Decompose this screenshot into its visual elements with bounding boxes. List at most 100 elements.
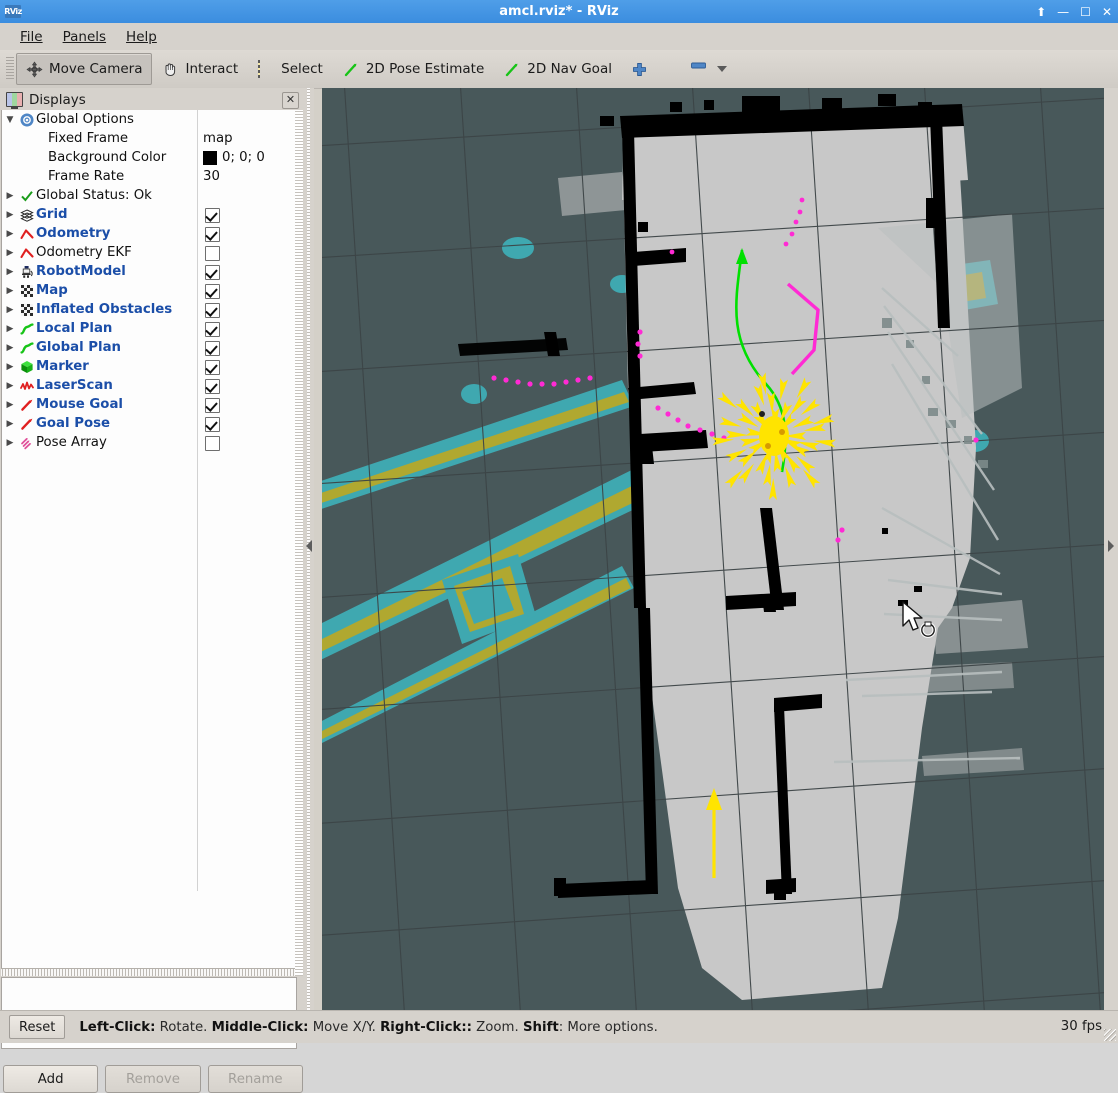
display-name-label: Global Status: Ok [36,188,152,203]
expander-closed-icon[interactable]: ▶ [2,324,18,334]
render-view-3d[interactable] [322,88,1104,1010]
displays-row-local-plan[interactable]: ▶ Local Plan [2,319,296,338]
displays-row-global-status-ok[interactable]: ▶ Global Status: Ok [2,186,296,205]
enable-checkbox[interactable] [205,360,220,375]
menu-file-label: File [20,28,43,45]
tool-2d-nav-goal[interactable]: 2D Nav Goal [494,53,622,85]
enable-checkbox[interactable] [205,379,220,394]
displays-row-odometry[interactable]: ▶ Odometry [2,224,296,243]
tool-select[interactable]: Select [248,53,333,85]
tool-move-camera[interactable]: Move Camera [16,53,153,85]
expander-open-icon[interactable]: ▼ [2,115,18,125]
enable-checkbox[interactable] [205,341,220,356]
expander-closed-icon[interactable]: ▶ [2,286,18,296]
add-button[interactable]: Add [3,1065,99,1093]
displays-row-fixed-frame[interactable]: Fixed Frame map [2,129,296,148]
display-name-label: Inflated Obstacles [36,302,173,317]
property-value[interactable]: map [203,129,233,148]
displays-row-background-color[interactable]: Background Color 0; 0; 0 [2,148,296,167]
left-splitter[interactable] [304,88,314,1010]
expander-closed-icon[interactable]: ▶ [2,248,18,258]
selection-box-icon [258,59,275,78]
expander-closed-icon[interactable]: ▶ [2,438,18,448]
enable-checkbox[interactable] [205,246,220,261]
enable-checkbox[interactable] [205,322,220,337]
display-name-label: RobotModel [36,264,126,279]
display-name-label: Mouse Goal [36,397,123,412]
hint-part: Rotate. [155,1019,212,1035]
chevron-down-icon[interactable] [716,66,727,72]
minimize-button[interactable]: — [1057,6,1069,18]
remove-button[interactable]: Remove [105,1065,201,1093]
displays-row-global-plan[interactable]: ▶ Global Plan [2,338,296,357]
reset-button[interactable]: Reset [9,1015,66,1039]
expander-closed-icon[interactable]: ▶ [2,191,18,201]
hint-part: : More options. [558,1019,658,1035]
menu-panels[interactable]: Panels [53,26,116,48]
displays-row-marker[interactable]: ▶ Marker [2,357,296,376]
collapse-left-arrow-icon[interactable] [306,540,312,552]
expander-closed-icon[interactable]: ▶ [2,343,18,353]
close-icon[interactable]: ✕ [282,92,299,109]
displays-tree[interactable]: ▼ Global Options Fixed Frame map Background … [1,110,297,969]
pose-arrow-icon [18,417,36,431]
property-value[interactable]: 0; 0; 0 [203,148,265,167]
displays-row-laserscan[interactable]: ▶ LaserScan [2,376,296,395]
add-tool-button[interactable] [622,53,657,85]
displays-dock: Displays ✕ ▼ Global Options Fixed Frame map… [0,88,304,1093]
menu-help-label: Help [126,28,157,45]
enable-checkbox[interactable] [205,303,220,318]
displays-row-grid[interactable]: ▶ Grid [2,205,296,224]
panel-resize-grip[interactable] [1,969,295,976]
enable-checkbox[interactable] [205,417,220,432]
right-splitter[interactable] [1104,88,1118,1010]
tool-2d-pose-estimate[interactable]: 2D Pose Estimate [333,53,494,85]
displays-tree-scrollbar[interactable] [295,110,303,976]
enable-checkbox[interactable] [205,265,220,280]
close-button[interactable]: ✕ [1102,6,1112,18]
maximize-button[interactable]: ☐ [1080,6,1091,18]
expander-closed-icon[interactable]: ▶ [2,267,18,277]
odometry-icon [18,227,36,241]
tool-2d-pose-estimate-label: 2D Pose Estimate [365,61,485,77]
enable-checkbox[interactable] [205,208,220,223]
expander-closed-icon[interactable]: ▶ [2,229,18,239]
hint-part: Zoom. [471,1019,523,1035]
displays-row-global-options[interactable]: ▼ Global Options [2,110,296,129]
property-value[interactable]: 30 [203,167,220,186]
expander-closed-icon[interactable]: ▶ [2,362,18,372]
enable-checkbox[interactable] [205,227,220,242]
enable-checkbox[interactable] [205,436,220,451]
displays-row-robotmodel[interactable]: ▶ RobotModel [2,262,296,281]
rename-button[interactable]: Rename [207,1065,303,1093]
enable-checkbox[interactable] [205,398,220,413]
remove-tool-button[interactable] [683,53,734,85]
window-size-grip[interactable] [1104,1029,1116,1041]
expander-closed-icon[interactable]: ▶ [2,210,18,220]
expander-closed-icon[interactable]: ▶ [2,381,18,391]
enable-checkbox[interactable] [205,284,220,299]
displays-row-goal-pose[interactable]: ▶ Goal Pose [2,414,296,433]
displays-row-map[interactable]: ▶ Map [2,281,296,300]
hint-part: Left-Click: [79,1019,156,1035]
displays-row-odometry-ekf[interactable]: ▶ Odometry EKF [2,243,296,262]
menu-help[interactable]: Help [116,26,167,48]
expander-closed-icon[interactable]: ▶ [2,305,18,315]
hand-icon [162,61,179,78]
expander-closed-icon[interactable]: ▶ [2,400,18,410]
gear-icon [18,113,36,127]
displays-row-inflated-obstacles[interactable]: ▶ Inflated Obstacles [2,300,296,319]
shade-button[interactable]: ⬆ [1036,6,1046,18]
display-name-label: Odometry [36,226,111,241]
color-swatch [203,150,217,165]
tool-interact[interactable]: Interact [152,53,248,85]
displays-row-pose-array[interactable]: ▶ Pose Array [2,433,296,452]
collapse-right-arrow-icon[interactable] [1108,540,1114,552]
toolbar-drag-handle[interactable] [6,57,14,81]
displays-row-mouse-goal[interactable]: ▶ Mouse Goal [2,395,296,414]
hint-part: Right-Click:: [380,1019,472,1035]
displays-row-frame-rate[interactable]: Frame Rate 30 [2,167,296,186]
expander-closed-icon[interactable]: ▶ [2,419,18,429]
menu-file[interactable]: File [10,26,53,48]
display-name-label: Marker [36,359,89,374]
